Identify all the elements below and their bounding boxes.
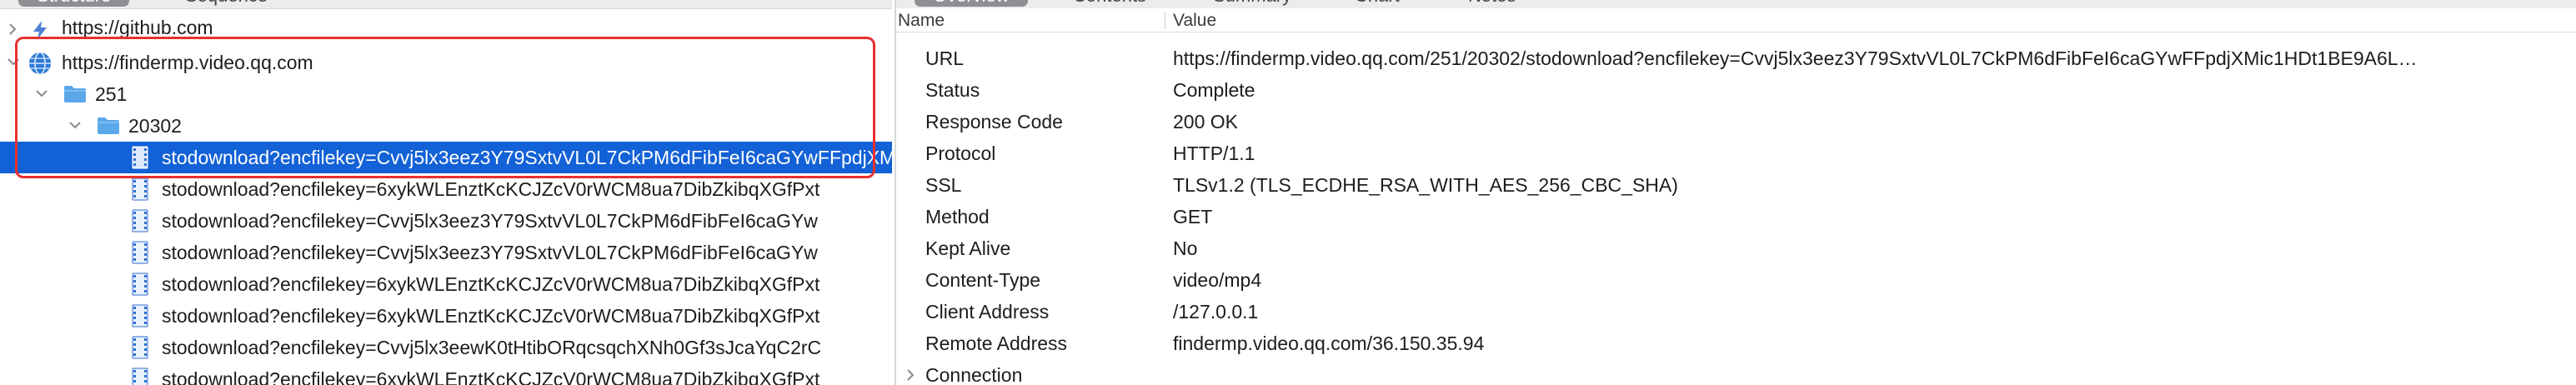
property-row-client-address[interactable]: Client Address /127.0.0.1 — [896, 296, 2576, 328]
property-row-content-type[interactable]: Content-Type video/mp4 — [896, 264, 2576, 296]
property-row-status[interactable]: Status Complete — [896, 74, 2576, 106]
property-row-url[interactable]: URL https://findermp.video.qq.com/251/20… — [896, 42, 2576, 74]
overview-pane: Overview Contents Summary Chart Notes Na… — [896, 0, 2576, 385]
property-row-remote-address[interactable]: Remote Address findermp.video.qq.com/36.… — [896, 328, 2576, 359]
property-table-header: Name Value — [896, 10, 2576, 32]
video-file-icon — [132, 304, 148, 328]
chevron-down-icon[interactable] — [67, 110, 83, 142]
property-name: Method — [925, 206, 990, 228]
video-file-icon — [132, 368, 148, 385]
tree-row-folder-251[interactable]: 251 — [0, 78, 892, 110]
property-row-connection[interactable]: Connection — [896, 359, 2576, 385]
property-name: Connection — [925, 364, 1023, 385]
property-value: TLSv1.2 (TLS_ECDHE_RSA_WITH_AES_256_CBC_… — [1173, 174, 1678, 196]
folder-icon — [63, 85, 87, 103]
property-name: Response Code — [925, 111, 1063, 132]
property-row-protocol[interactable]: Protocol HTTP/1.1 — [896, 138, 2576, 169]
tab-contents[interactable]: Contents — [1055, 0, 1165, 7]
tab-notes[interactable]: Notes — [1450, 0, 1534, 7]
property-value: No — [1173, 238, 1198, 259]
property-value: https://findermp.video.qq.com/251/20302/… — [1173, 48, 2418, 69]
tree-row-label: stodownload?encfilekey=Cvvj5lx3eez3Y79Sx… — [162, 242, 818, 263]
tree-row-file[interactable]: stodownload?encfilekey=6xykWLEnztKcKCJZc… — [0, 268, 892, 300]
tree-row-label: stodownload?encfilekey=Cvvj5lx3eez3Y79Sx… — [162, 147, 892, 168]
tree-row-file[interactable]: stodownload?encfilekey=6xykWLEnztKcKCJZc… — [0, 300, 892, 332]
tree-row-label: stodownload?encfilekey=6xykWLEnztKcKCJZc… — [162, 368, 820, 385]
tree-row-label: stodownload?encfilekey=Cvvj5lx3eez3Y79Sx… — [162, 210, 818, 232]
tree-row-file[interactable]: stodownload?encfilekey=Cvvj5lx3eez3Y79Sx… — [0, 205, 892, 237]
property-row-ssl[interactable]: SSL TLSv1.2 (TLS_ECDHE_RSA_WITH_AES_256_… — [896, 169, 2576, 201]
globe-icon — [28, 52, 51, 75]
video-file-icon — [132, 336, 148, 359]
property-value: GET — [1173, 206, 1213, 228]
tree-row-file[interactable]: stodownload?encfilekey=Cvvj5lx3eewK0tHti… — [0, 332, 892, 363]
tree-row-label: stodownload?encfilekey=6xykWLEnztKcKCJZc… — [162, 273, 820, 295]
lightning-icon — [30, 20, 52, 42]
property-value: /127.0.0.1 — [1173, 301, 1259, 322]
column-header-name[interactable]: Name — [898, 10, 945, 32]
chevron-down-icon[interactable] — [33, 78, 50, 110]
structure-pane: Structure Sequence https://github.com ht… — [0, 0, 892, 385]
property-row-response-code[interactable]: Response Code 200 OK — [896, 106, 2576, 138]
property-name: Protocol — [925, 142, 996, 164]
tree-row-label: 20302 — [128, 115, 182, 137]
left-tab-bar: Structure Sequence — [0, 0, 892, 9]
video-file-icon — [132, 241, 148, 264]
property-name: URL — [925, 48, 965, 69]
property-name: Content-Type — [925, 269, 1041, 291]
tab-structure[interactable]: Structure — [18, 0, 130, 7]
tree-row-file[interactable]: stodownload?encfilekey=Cvvj5lx3eez3Y79Sx… — [0, 237, 892, 268]
video-file-icon — [132, 209, 148, 232]
tree-row-label: stodownload?encfilekey=6xykWLEnztKcKCJZc… — [162, 305, 820, 327]
tree-row-host-github[interactable]: https://github.com — [0, 13, 892, 45]
tree-row-label: 251 — [95, 83, 128, 105]
property-value: video/mp4 — [1173, 269, 1262, 291]
property-row-method[interactable]: Method GET — [896, 201, 2576, 232]
tab-chart[interactable]: Chart — [1336, 0, 1418, 7]
property-name: Remote Address — [925, 332, 1068, 354]
property-value: findermp.video.qq.com/36.150.35.94 — [1173, 332, 1485, 354]
tree-row-label: stodownload?encfilekey=Cvvj5lx3eewK0tHti… — [162, 337, 822, 358]
tree-row-file[interactable]: stodownload?encfilekey=6xykWLEnztKcKCJZc… — [0, 173, 892, 205]
chevron-right-icon[interactable] — [5, 13, 22, 45]
right-tab-bar: Overview Contents Summary Chart Notes — [896, 0, 2576, 8]
tree-row-label: https://findermp.video.qq.com — [62, 52, 313, 73]
video-file-icon — [132, 272, 148, 296]
property-name: Status — [925, 79, 980, 101]
property-row-kept-alive[interactable]: Kept Alive No — [896, 232, 2576, 264]
property-value: HTTP/1.1 — [1173, 142, 1255, 164]
tab-summary[interactable]: Summary — [1195, 0, 1310, 7]
video-file-icon — [132, 178, 148, 201]
tree-row-file[interactable]: stodownload?encfilekey=6xykWLEnztKcKCJZc… — [0, 363, 892, 385]
tree-row-host-findermp[interactable]: https://findermp.video.qq.com — [0, 47, 892, 78]
tab-overview[interactable]: Overview — [915, 0, 1028, 7]
chevron-right-icon[interactable] — [903, 359, 920, 385]
tree-row-file-selected[interactable]: stodownload?encfilekey=Cvvj5lx3eez3Y79Sx… — [0, 142, 892, 173]
property-name: SSL — [925, 174, 962, 196]
property-value: Complete — [1173, 79, 1255, 101]
tree-row-folder-20302[interactable]: 20302 — [0, 110, 892, 142]
tab-sequence[interactable]: Sequence — [167, 0, 286, 7]
tree-row-label: https://github.com — [62, 17, 213, 38]
property-value: 200 OK — [1173, 111, 1238, 132]
folder-icon — [97, 117, 120, 135]
column-header-value[interactable]: Value — [1173, 10, 1216, 32]
chevron-down-icon[interactable] — [5, 47, 22, 78]
property-name: Kept Alive — [925, 238, 1011, 259]
tree-row-label: stodownload?encfilekey=6xykWLEnztKcKCJZc… — [162, 178, 820, 200]
property-name: Client Address — [925, 301, 1050, 322]
video-file-icon — [132, 146, 148, 169]
